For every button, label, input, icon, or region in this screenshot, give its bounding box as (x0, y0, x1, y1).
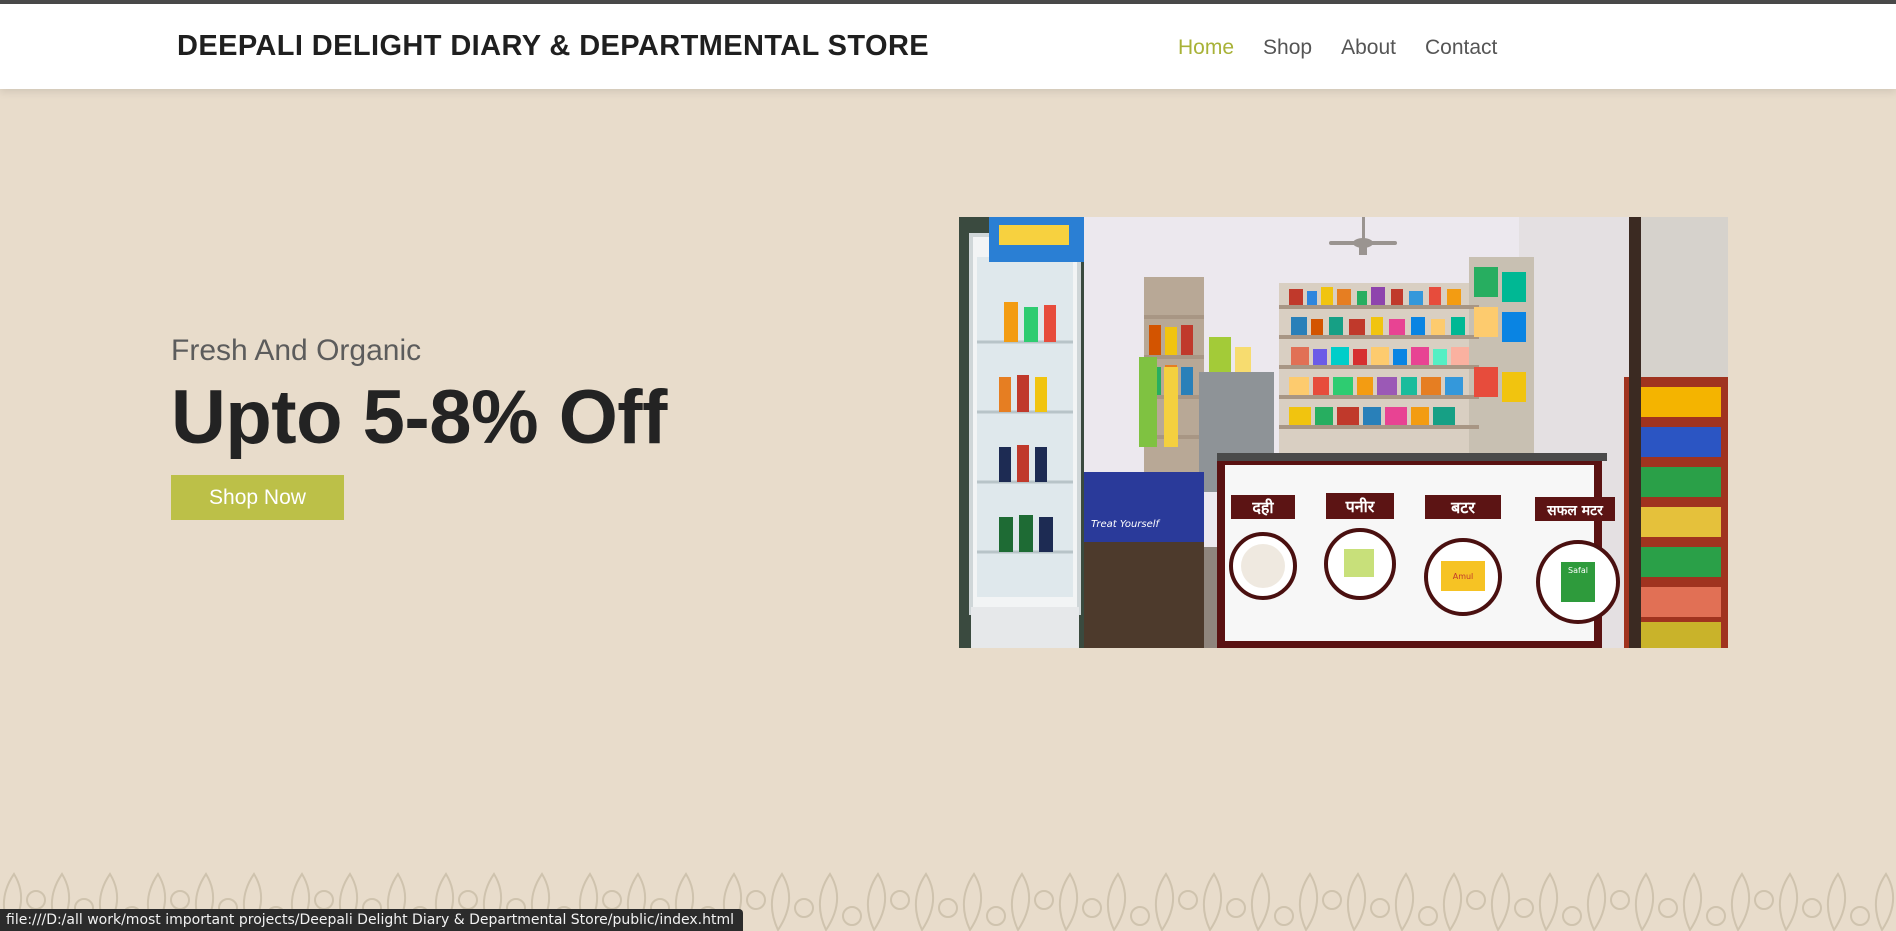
berry-icon (26, 890, 46, 910)
svg-text:दही: दही (1251, 498, 1274, 517)
berry-icon (890, 890, 910, 910)
berry-icon (1466, 890, 1486, 910)
drink-fridge (959, 217, 1084, 648)
svg-text:बटर: बटर (1450, 498, 1476, 517)
leaf-icon (1875, 872, 1894, 931)
berry-icon (794, 898, 814, 918)
berry-icon (170, 890, 190, 910)
berry-icon (1322, 890, 1342, 910)
shop-counter: दही पनीर बटर सफल मटर Amul Safal (1217, 453, 1620, 648)
berry-icon (1370, 898, 1390, 918)
store-interior-photo: Treat Yourself दही पनीर बटर सफल मटर Amul (959, 217, 1728, 648)
svg-text:Amul: Amul (1453, 572, 1474, 581)
leaf-icon (1107, 872, 1126, 931)
leaf-icon (1779, 872, 1798, 931)
berry-icon (602, 890, 622, 910)
leaf-icon (1203, 872, 1222, 931)
berry-icon (1178, 890, 1198, 910)
nav-link-home[interactable]: Home (1178, 36, 1234, 60)
svg-text:Treat Yourself: Treat Yourself (1091, 519, 1161, 530)
svg-text:सफल मटर: सफल मटर (1546, 503, 1604, 519)
svg-text:Safal: Safal (1568, 566, 1588, 575)
berry-icon (842, 906, 862, 926)
nav-link-about[interactable]: About (1341, 36, 1396, 60)
berry-icon (1850, 906, 1870, 926)
hero-text-block: Fresh And Organic Upto 5-8% Off Shop Now (171, 334, 667, 521)
leaf-icon (1443, 872, 1462, 931)
leaf-icon (1251, 872, 1270, 931)
berry-icon (314, 890, 334, 910)
berry-icon (1274, 906, 1294, 926)
svg-text:पनीर: पनीर (1345, 497, 1376, 516)
berry-icon (1034, 890, 1054, 910)
leaf-icon (867, 872, 886, 931)
leaf-icon (1587, 872, 1606, 931)
leaf-icon (1059, 872, 1078, 931)
leaf-icon (915, 872, 934, 931)
berry-icon (458, 890, 478, 910)
leaf-icon (771, 872, 790, 931)
site-header: DEEPALI DELIGHT DIARY & DEPARTMENTAL STO… (0, 4, 1896, 89)
hero-title: Upto 5-8% Off (171, 375, 667, 460)
site-brand-title[interactable]: DEEPALI DELIGHT DIARY & DEPARTMENTAL STO… (177, 30, 929, 63)
berry-icon (1802, 898, 1822, 918)
berry-icon (746, 890, 766, 910)
leaf-icon (1731, 872, 1750, 931)
berry-icon (1418, 906, 1438, 926)
berry-icon (1130, 906, 1150, 926)
leaf-icon (1683, 872, 1702, 931)
leaf-icon (1539, 872, 1558, 931)
berry-icon (1226, 898, 1246, 918)
leaf-icon (1491, 872, 1510, 931)
leaf-icon (819, 872, 838, 931)
berry-icon (1082, 898, 1102, 918)
main-navigation: Home Shop About Contact (1178, 36, 1497, 60)
store-interior-illustration: Treat Yourself दही पनीर बटर सफल मटर Amul (959, 217, 1728, 648)
leaf-icon (1635, 872, 1654, 931)
berry-icon (938, 898, 958, 918)
berry-icon (986, 906, 1006, 926)
browser-status-url: file:///D:/all work/most important proje… (0, 909, 743, 931)
berry-icon (1514, 898, 1534, 918)
leaf-icon (1395, 872, 1414, 931)
berry-icon (1562, 906, 1582, 926)
ice-cream-freezer: Treat Yourself (1084, 472, 1204, 648)
leaf-icon (1827, 872, 1846, 931)
leaf-icon (1155, 872, 1174, 931)
shop-now-button[interactable]: Shop Now (171, 475, 344, 521)
nav-link-contact[interactable]: Contact (1425, 36, 1497, 60)
berry-icon (1754, 890, 1774, 910)
leaf-icon (1011, 872, 1030, 931)
nav-link-shop[interactable]: Shop (1263, 36, 1312, 60)
leaf-icon (1299, 872, 1318, 931)
berry-icon (1658, 898, 1678, 918)
berry-icon (1610, 890, 1630, 910)
leaf-icon (963, 872, 982, 931)
berry-icon (1706, 906, 1726, 926)
hero-subtitle: Fresh And Organic (171, 334, 422, 367)
leaf-icon (1347, 872, 1366, 931)
